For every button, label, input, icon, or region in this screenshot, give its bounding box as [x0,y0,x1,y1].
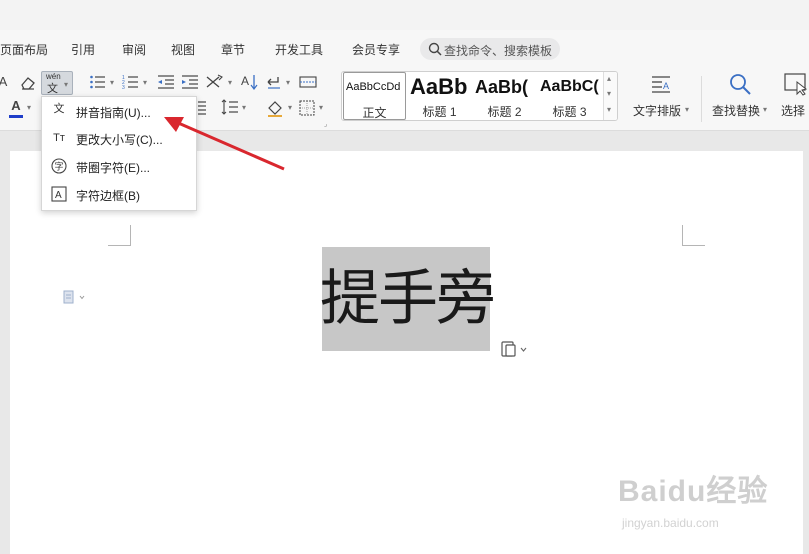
menu-page-layout[interactable]: 页面布局 [0,41,48,58]
pinyin-guide-button[interactable]: wén 文 ▾ [41,71,73,95]
chevron-down-icon[interactable]: ▾ [319,103,323,112]
svg-text:A: A [241,74,249,88]
character-border-icon: A [51,186,67,202]
search-icon [428,42,442,56]
change-case-icon: Tт [53,132,65,144]
command-search-input[interactable]: 查找命令、搜索模板 [420,38,560,60]
style-name: 标题 1 [422,105,457,119]
increase-indent-icon[interactable] [181,74,199,90]
sort-icon[interactable]: A [240,73,258,91]
selected-text-content: 提手旁 [320,264,496,334]
menu-developer-tools[interactable]: 开发工具 [275,41,323,58]
pinyin-guide-icon: 文 [53,103,65,115]
text-layout-icon[interactable]: A [650,73,672,95]
annotation-arrow [164,117,285,171]
menu-references[interactable]: 引用 [71,41,95,58]
menu-item-label: 拼音指南(U)... [76,106,151,120]
watermark-logo: Baidu经验 [618,475,769,508]
menu-member-exclusive[interactable]: 会员专享 [352,41,400,58]
chevron-down-icon[interactable]: ▾ [685,105,689,114]
chevron-down-icon: ▾ [64,80,69,89]
chevron-down-icon[interactable]: ▾ [27,103,31,112]
style-sample: AaBbCcDd [346,81,401,93]
chinese-layout-icon[interactable] [205,74,225,90]
search-placeholder: 查找命令、搜索模板 [444,44,553,58]
margin-corner-top-left [108,225,131,246]
chevron-down-icon[interactable]: ▾ [228,78,232,87]
chevron-down-icon[interactable]: ▾ [607,89,611,98]
selected-text[interactable]: 提手旁 [320,247,496,351]
svg-text:3: 3 [122,85,125,90]
style-sample: AaBbC( [540,78,599,95]
chevron-down-icon[interactable]: ▾ [143,78,147,87]
bullet-list-icon[interactable] [89,74,107,90]
pinyin-guide-icon: 文 [47,83,58,95]
gallery-scroller[interactable]: ▴ ▾ ▾ [603,72,617,120]
table-tabs-icon[interactable] [299,75,317,89]
menu-item-label: 带圈字符(E)... [76,161,150,175]
chevron-down-icon[interactable]: ▾ [286,78,290,87]
select-icon[interactable] [783,72,809,96]
decrease-indent-icon[interactable] [157,74,175,90]
paragraph-dialog-launcher-icon[interactable]: ⌟ [324,120,327,128]
gallery-expand-icon[interactable]: ▾ [607,105,611,114]
margin-corner-top-right [682,225,705,246]
style-sample: AaBb( [475,77,528,97]
svg-text:A: A [663,81,669,91]
watermark-url: jingyan.baidu.com [622,516,719,530]
svg-text:字: 字 [55,161,64,172]
find-replace-button[interactable]: 查找替换 [712,102,760,119]
style-heading-2[interactable]: AaBb( 标题 2 [473,72,536,120]
style-gallery: AaBbCcDd 正文 AaBb 标题 1 AaBb( 标题 2 AaBbC( … [341,71,618,121]
baidu-watermark: Baidu经验 jingyan.baidu.com [618,466,788,546]
paste-options-icon[interactable] [500,340,530,358]
enclosed-character-icon: 字 [51,158,67,174]
chevron-up-icon[interactable]: ▴ [607,74,611,83]
menu-bar: 页面布局 引用 审阅 视图 章节 开发工具 会员专享 [0,30,809,68]
window-top-strip [0,0,809,30]
borders-icon[interactable] [299,100,315,116]
chevron-down-icon[interactable]: ▾ [110,78,114,87]
chevron-down-icon[interactable]: ▾ [763,105,767,114]
svg-text:A: A [55,190,62,201]
menu-review[interactable]: 审阅 [122,41,146,58]
style-name: 标题 3 [552,105,587,119]
menu-item-character-border[interactable]: A 字符边框(B) [42,181,196,208]
text-layout-button[interactable]: 文字排版 [633,102,681,119]
style-normal[interactable]: AaBbCcDd 正文 [343,72,406,120]
style-heading-3[interactable]: AaBbC( 标题 3 [538,72,601,120]
style-name: 标题 2 [487,105,522,119]
font-size-icon[interactable]: A [0,74,12,90]
menu-view[interactable]: 视图 [171,41,195,58]
font-color-icon[interactable]: A [7,98,25,114]
eraser-icon[interactable] [19,75,37,91]
menu-item-label: 字符边框(B) [76,189,140,203]
toolbar-separator [701,76,702,122]
paragraph-mark-icon[interactable] [265,74,283,90]
paste-format-icon[interactable] [63,290,87,304]
style-sample: AaBb [410,74,468,99]
style-heading-1[interactable]: AaBb 标题 1 [408,72,471,120]
font-color-swatch [9,115,23,118]
style-name: 正文 [362,106,387,120]
select-button[interactable]: 选择 [781,102,805,119]
menu-section[interactable]: 章节 [221,41,245,58]
numbered-list-icon[interactable]: 1 2 3 [122,74,140,90]
find-replace-icon[interactable] [728,72,752,96]
